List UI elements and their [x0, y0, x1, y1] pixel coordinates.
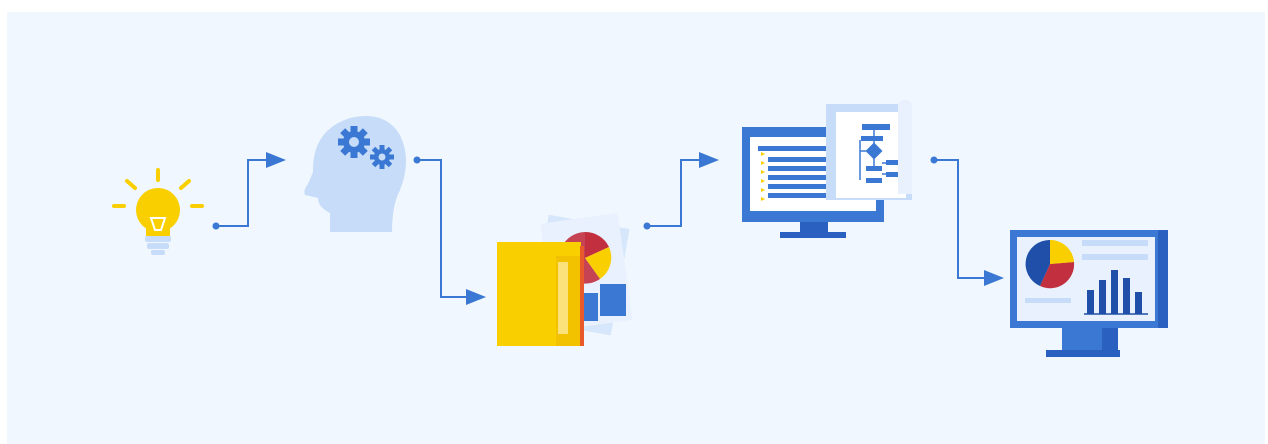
lightbulb-icon [112, 168, 204, 255]
process-flow-diagram [112, 99, 1168, 357]
monitor-flowchart-icon [742, 99, 912, 238]
connector-arrow-4 [930, 156, 1004, 286]
dashboard-monitor-icon [1010, 230, 1168, 357]
folder-charts-icon [497, 212, 633, 346]
connector-arrow-3 [643, 152, 719, 230]
brain-gears-icon [304, 116, 406, 232]
connector-arrow-2 [413, 156, 486, 305]
connector-arrow-1 [212, 152, 286, 230]
